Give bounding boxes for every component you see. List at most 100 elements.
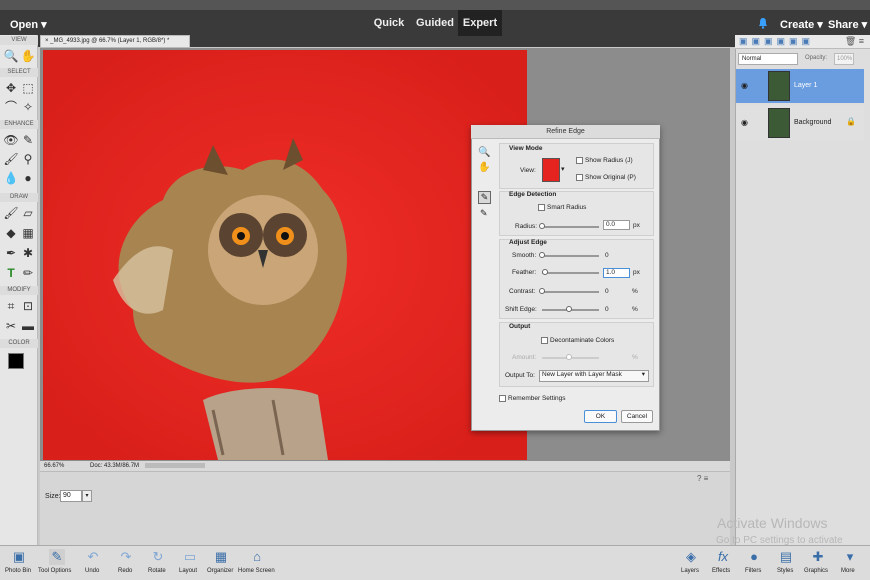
feather-input[interactable]: 1.0 (603, 268, 630, 278)
move-icon[interactable]: ✥ (3, 80, 19, 96)
layout-button[interactable]: Layout (179, 568, 197, 574)
bell-icon[interactable] (758, 17, 768, 29)
home-icon[interactable]: ⌂ (249, 549, 265, 565)
layers-button[interactable]: Layers (681, 568, 699, 574)
custom-shape-icon[interactable]: ✱ (20, 245, 36, 261)
view-thumbnail[interactable] (542, 158, 560, 182)
crop-icon[interactable]: ⌗ (3, 298, 19, 314)
tool-options-button[interactable]: Tool Options (38, 568, 71, 574)
rotate-icon[interactable]: ↻ (150, 549, 166, 565)
rotate-button[interactable]: Rotate (148, 568, 166, 574)
graphics-button[interactable]: Graphics (804, 568, 828, 574)
undo-button[interactable]: Undo (85, 568, 99, 574)
radius-knob[interactable] (539, 223, 545, 229)
horizontal-scrollbar[interactable] (145, 463, 205, 468)
show-radius-checkbox[interactable] (576, 157, 583, 164)
size-dropdown[interactable]: ▾ (82, 490, 92, 502)
home-screen-button[interactable]: Home Screen (238, 568, 275, 574)
smooth-slider[interactable] (542, 255, 599, 257)
cancel-button[interactable]: Cancel (621, 410, 653, 423)
effects-button[interactable]: Effects (712, 568, 730, 574)
type-icon[interactable]: T (3, 265, 19, 281)
radius-input[interactable]: 0.0 (603, 220, 630, 230)
more-icon[interactable]: ▾ (842, 549, 858, 565)
smart-radius-checkbox[interactable] (538, 204, 545, 211)
tool-options-icon[interactable]: ✎ (49, 549, 65, 565)
ok-button[interactable]: OK (584, 410, 617, 423)
effects-icon[interactable]: fx (715, 549, 731, 565)
redo-button[interactable]: Redo (118, 568, 132, 574)
remember-settings-checkbox[interactable] (499, 395, 506, 402)
layer-tools-icons[interactable]: ▣▣▣▣▣▣ (739, 36, 814, 47)
eye-icon[interactable]: ◉ (741, 81, 748, 90)
decontaminate-checkbox[interactable] (541, 337, 548, 344)
layer-row-layer1[interactable]: ◉ Layer 1 (736, 69, 864, 103)
organizer-icon[interactable]: ▦ (213, 549, 229, 565)
tab-expert[interactable]: Expert (458, 10, 502, 36)
more-button[interactable]: More (841, 568, 855, 574)
recompose-icon[interactable]: ⊡ (20, 298, 36, 314)
view-dropdown-icon[interactable]: ▾ (561, 165, 565, 173)
redo-icon[interactable]: ↷ (118, 549, 134, 565)
tab-quick[interactable]: Quick (366, 10, 412, 36)
sponge-icon[interactable]: ● (20, 170, 36, 186)
radius-slider[interactable] (542, 226, 599, 228)
graphics-icon[interactable]: ✚ (810, 549, 826, 565)
share-menu[interactable]: Share ▾ (828, 18, 867, 31)
layout-icon[interactable]: ▭ (182, 549, 198, 565)
spot-heal-icon[interactable]: ✎ (20, 132, 36, 148)
erase-refinements-icon[interactable]: ✎ (480, 208, 488, 219)
paint-bucket-icon[interactable]: ◆ (3, 225, 19, 241)
filters-button[interactable]: Filters (745, 568, 761, 574)
clone-stamp-icon[interactable]: ⚲ (20, 151, 36, 167)
help-icon[interactable]: ? ≡ (697, 474, 708, 483)
zoom-icon[interactable]: 🔍 (3, 48, 19, 64)
filters-icon[interactable]: ● (746, 549, 762, 565)
content-move-icon[interactable]: ▬ (20, 318, 36, 334)
pencil-icon[interactable]: ✏ (20, 265, 36, 281)
hand-icon[interactable]: ✋ (478, 162, 490, 173)
opacity-input[interactable]: 100% (834, 53, 854, 65)
styles-icon[interactable]: ▤ (778, 549, 794, 565)
contrast-slider[interactable] (542, 291, 599, 293)
tab-guided[interactable]: Guided (412, 10, 458, 36)
lasso-icon[interactable]: ⌒ (3, 99, 19, 115)
photo-bin-icon[interactable]: ▣ (11, 549, 27, 565)
blur-icon[interactable]: 💧 (3, 170, 19, 186)
hand-icon[interactable]: ✋ (20, 48, 36, 64)
delete-layer-icon[interactable]: 🗑 ≡ (845, 36, 864, 47)
blend-mode-select[interactable]: Normal (738, 53, 798, 65)
lock-icon[interactable]: 🔒 (846, 117, 856, 126)
size-input[interactable]: 90 (60, 490, 82, 502)
feather-knob[interactable] (542, 269, 548, 275)
smooth-knob[interactable] (539, 252, 545, 258)
layer-row-background[interactable]: ◉ Background 🔒 (736, 106, 864, 140)
eye-icon[interactable]: 👁 (3, 132, 19, 148)
shift-edge-knob[interactable] (566, 306, 572, 312)
styles-button[interactable]: Styles (777, 568, 793, 574)
eyedropper-icon[interactable]: ✒ (3, 245, 19, 261)
owl-photo[interactable] (43, 50, 527, 460)
foreground-color-swatch[interactable] (8, 353, 24, 369)
eraser-icon[interactable]: ▱ (20, 205, 36, 221)
output-to-select[interactable]: New Layer with Layer Mask ▾ (539, 370, 649, 382)
magic-wand-icon[interactable]: ✧ (20, 99, 36, 115)
show-original-checkbox[interactable] (576, 174, 583, 181)
brush-icon[interactable]: 🖌 (3, 205, 19, 221)
create-menu[interactable]: Create ▾ (780, 18, 823, 31)
marquee-icon[interactable]: ⬚ (20, 80, 36, 96)
undo-icon[interactable]: ↶ (85, 549, 101, 565)
feather-slider[interactable] (542, 272, 599, 274)
smart-brush-icon[interactable]: 🖌 (3, 151, 19, 167)
layers-icon[interactable]: ◈ (683, 549, 699, 565)
eye-icon[interactable]: ◉ (741, 118, 748, 127)
organizer-button[interactable]: Organizer (207, 568, 233, 574)
straighten-icon[interactable]: ✂ (3, 318, 19, 334)
zoom-icon[interactable]: 🔍 (478, 147, 490, 158)
document-tab[interactable]: × _MG_4933.jpg @ 66.7% (Layer 1, RGB/8*)… (40, 35, 190, 48)
photo-bin-button[interactable]: Photo Bin (5, 568, 31, 574)
open-menu[interactable]: Open ▾ (10, 18, 47, 31)
gradient-icon[interactable]: ▦ (20, 225, 36, 241)
refine-radius-brush-icon[interactable]: ✎ (478, 191, 491, 204)
contrast-knob[interactable] (539, 288, 545, 294)
